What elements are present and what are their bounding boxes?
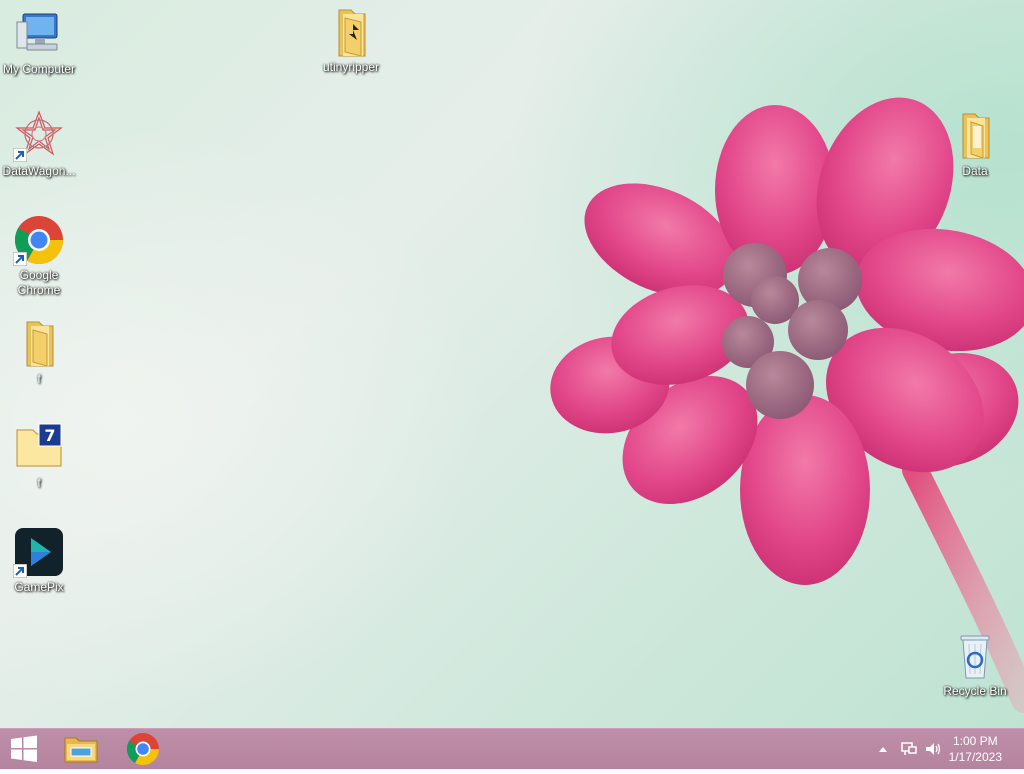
- folder-icon: [13, 318, 65, 370]
- file-explorer-icon: [64, 737, 98, 763]
- system-tray: 1:00 PM 1/17/2023: [864, 729, 1024, 769]
- 7zip-archive-icon: 7: [13, 422, 65, 474]
- desktop-icon-folder-f[interactable]: f: [1, 318, 77, 387]
- show-hidden-icons-chevron-icon[interactable]: [878, 745, 888, 753]
- desktop-icon-label: f: [37, 476, 41, 490]
- desktop-icon-label: Data: [962, 164, 988, 178]
- shortcut-arrow-icon: [13, 252, 27, 266]
- gamepix-icon: [13, 526, 65, 578]
- windows-logo-icon: [11, 735, 37, 762]
- recycle-bin-icon: [949, 630, 1001, 682]
- desktop-icon-utinyripper[interactable]: utinyripper: [313, 6, 389, 75]
- desktop-icon-google-chrome[interactable]: Google Chrome: [1, 214, 77, 298]
- clock-date: 1/17/2023: [948, 750, 1002, 764]
- my-computer-icon: [13, 8, 65, 60]
- shortcut-arrow-icon: [13, 148, 27, 162]
- datawagon-icon: [13, 110, 65, 162]
- folder-icon: [325, 6, 377, 58]
- desktop-icon-label: f: [37, 372, 41, 386]
- start-button[interactable]: [0, 729, 48, 769]
- svg-text:7: 7: [44, 426, 55, 445]
- taskbar-clock[interactable]: 1:00 PM 1/17/2023: [949, 733, 1002, 765]
- desktop-icon-data[interactable]: Data: [937, 110, 1013, 179]
- desktop-icon-7zip-f[interactable]: 7 f: [1, 422, 77, 491]
- desktop: My Computer DataWagon... Google Chrome f…: [0, 0, 1024, 728]
- volume-icon[interactable]: [924, 741, 942, 757]
- shortcut-arrow-icon: [13, 564, 27, 578]
- desktop-icon-my-computer[interactable]: My Computer: [1, 8, 77, 77]
- taskbar-chrome-button[interactable]: [120, 729, 166, 769]
- taskbar: 1:00 PM 1/17/2023: [0, 728, 1024, 769]
- chrome-icon: [126, 733, 160, 766]
- chrome-icon: [13, 214, 65, 266]
- desktop-icon-label: Recycle Bin: [943, 684, 1007, 698]
- desktop-icon-label: GamePix: [14, 580, 64, 594]
- desktop-icon-label: DataWagon...: [2, 164, 76, 178]
- clock-time: 1:00 PM: [952, 734, 998, 748]
- desktop-icon-label: utinyripper: [322, 60, 380, 74]
- folder-icon: [949, 110, 1001, 162]
- desktop-icon-datawagon[interactable]: DataWagon...: [1, 110, 77, 179]
- desktop-icon-gamepix[interactable]: GamePix: [1, 526, 77, 595]
- taskbar-file-explorer-button[interactable]: [58, 729, 104, 769]
- desktop-icon-label: Google Chrome: [17, 268, 61, 297]
- wallpaper-flower: [550, 97, 1024, 713]
- desktop-icon-label: My Computer: [2, 62, 76, 76]
- network-icon[interactable]: [900, 741, 918, 757]
- desktop-icon-recycle-bin[interactable]: Recycle Bin: [937, 630, 1013, 699]
